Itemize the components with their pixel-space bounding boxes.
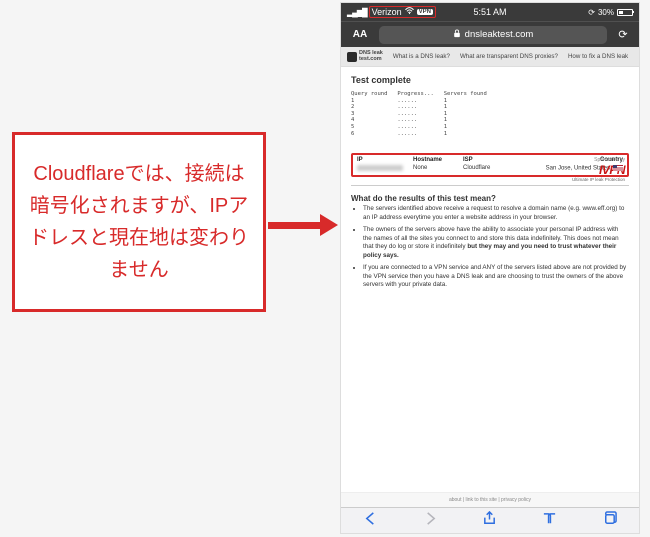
status-bar: ▂▄▆█ Verizon VPN 5:51 AM ⟳ 30% — [341, 3, 639, 21]
sponsor-tagline: Ultimate IP leak Protection — [572, 177, 625, 182]
page-footer-links[interactable]: about | link to this site | privacy poli… — [341, 492, 639, 507]
lock-icon — [453, 29, 461, 41]
carrier-label: Verizon — [372, 7, 402, 17]
nav-link-what-is[interactable]: What is a DNS leak? — [393, 53, 450, 60]
status-time: 5:51 AM — [473, 7, 506, 17]
us-flag-icon — [613, 165, 623, 171]
url-text: dnsleaktest.com — [465, 29, 534, 40]
results-bullet-2: The owners of the servers above have the… — [363, 226, 627, 260]
page-content: DNS leaktest.com What is a DNS leak? Wha… — [341, 47, 639, 507]
battery-percent: 30% — [598, 8, 614, 17]
ip-blurred — [357, 165, 403, 171]
site-logo[interactable]: DNS leaktest.com — [347, 51, 383, 62]
rotation-lock-icon: ⟳ — [588, 8, 595, 17]
site-nav: DNS leaktest.com What is a DNS leak? Wha… — [341, 47, 639, 67]
browser-url-bar: AA dnsleaktest.com ⟳ — [341, 21, 639, 47]
phone-screenshot: ▂▄▆█ Verizon VPN 5:51 AM ⟳ 30% AA dnslea… — [340, 2, 640, 534]
safari-toolbar — [341, 507, 639, 533]
bookmarks-button[interactable] — [542, 511, 557, 531]
wifi-icon — [405, 7, 414, 17]
col-hostname: Hostname — [413, 157, 463, 163]
results-bullet-1: The servers identified above receive a r… — [363, 205, 627, 222]
nav-link-fix[interactable]: How to fix a DNS leak — [568, 53, 628, 60]
test-complete-heading: Test complete — [351, 75, 629, 85]
hostname-value: None — [413, 165, 463, 173]
reader-aa-button[interactable]: AA — [347, 29, 373, 40]
isp-value: Cloudflare — [463, 165, 523, 173]
forward-button[interactable] — [423, 511, 438, 531]
annotation-callout: Cloudflareでは、接続は暗号化されますが、IPアドレスと現在地は変わりま… — [12, 132, 266, 312]
results-explanation-list: The servers identified above receive a r… — [341, 205, 639, 294]
query-progress-table: Query round Progress... Servers found 1 … — [351, 91, 629, 137]
results-bullet-3: If you are connected to a VPN service an… — [363, 264, 627, 290]
tabs-button[interactable] — [602, 511, 617, 531]
back-button[interactable] — [363, 511, 378, 531]
col-isp: ISP — [463, 157, 523, 163]
divider — [351, 185, 629, 186]
carrier-vpn-highlight: Verizon VPN — [369, 6, 436, 18]
signal-icon: ▂▄▆█ — [347, 8, 367, 17]
reload-button[interactable]: ⟳ — [613, 28, 633, 41]
vpn-badge: VPN — [417, 9, 433, 15]
logo-icon — [347, 52, 357, 62]
battery-icon — [617, 9, 633, 16]
annotation-text: Cloudflareでは、接続は暗号化されますが、IPアドレスと現在地は変わりま… — [25, 158, 253, 286]
arrow-icon — [268, 216, 338, 234]
col-ip: IP — [357, 157, 413, 163]
share-button[interactable] — [482, 511, 497, 531]
nav-link-proxies[interactable]: What are transparent DNS proxies? — [460, 53, 558, 60]
address-field[interactable]: dnsleaktest.com — [379, 26, 607, 44]
results-heading: What do the results of this test mean? — [341, 190, 639, 205]
